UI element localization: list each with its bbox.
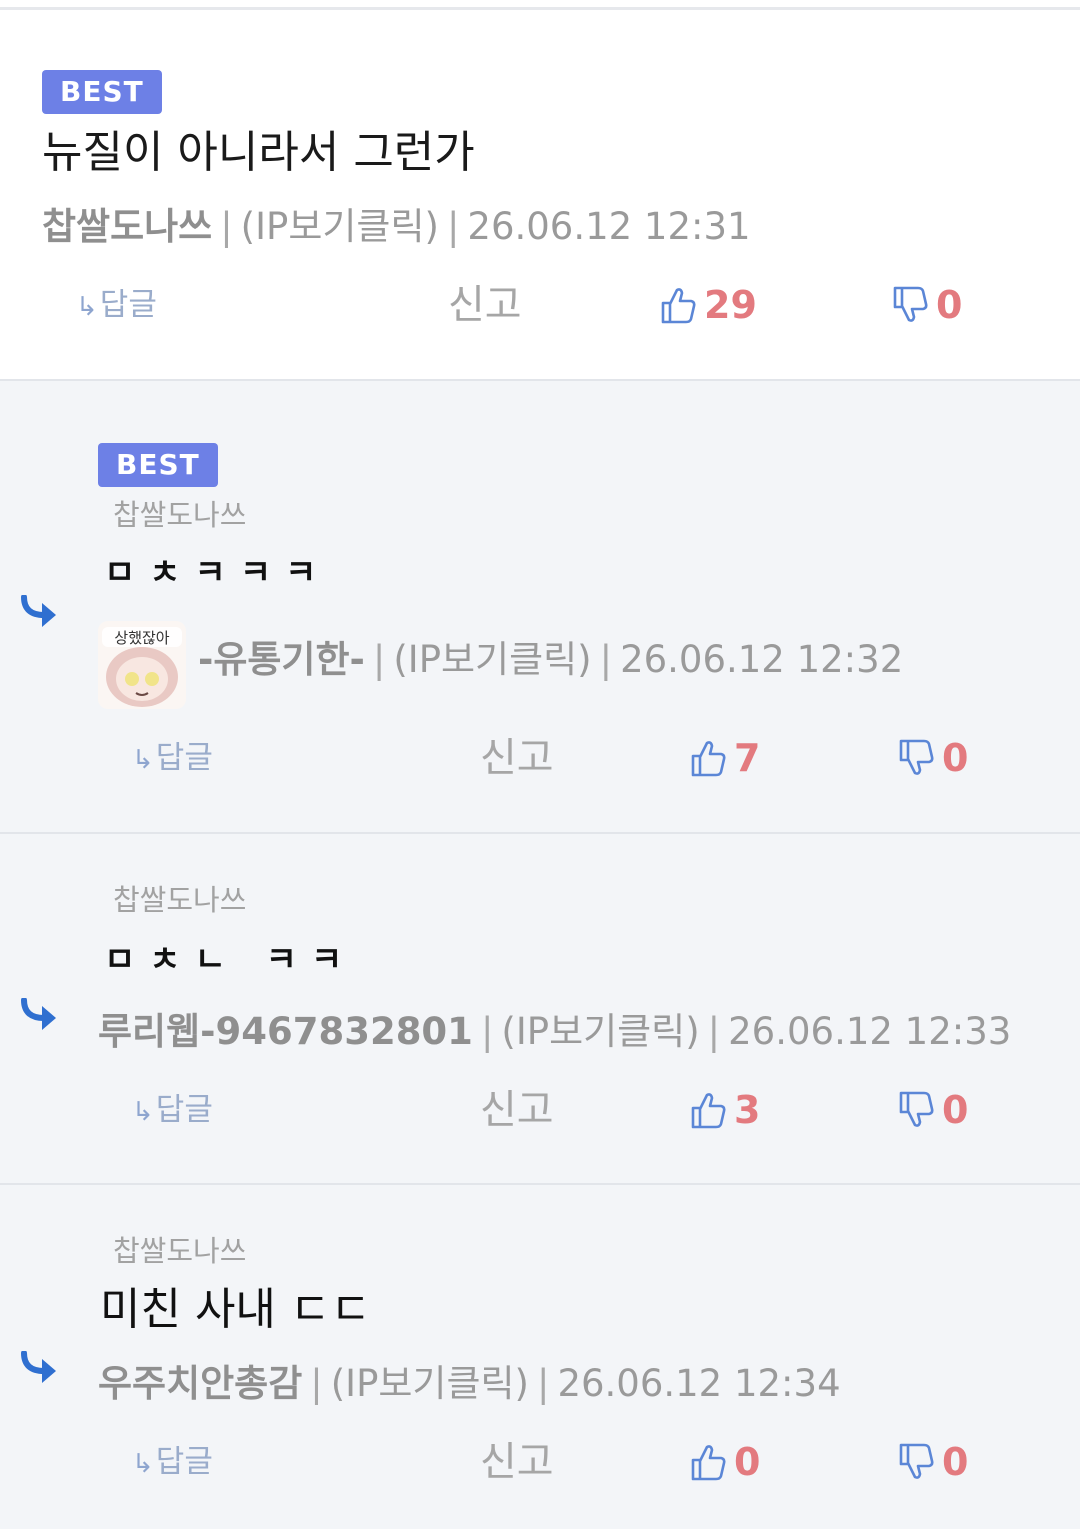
upvote-count: 3: [734, 1088, 761, 1132]
comment-time: 26.06.12 12:34: [557, 1362, 841, 1405]
reply-indicator-icon: [21, 998, 56, 1030]
comment-text: ㅁㅊㄴ ㅋㅋ: [104, 940, 357, 980]
reply-label: 답글: [155, 1092, 213, 1128]
best-badge: BEST: [42, 70, 162, 114]
comment-actions: ↳답글 신고 7 0: [0, 733, 1080, 783]
comment-time: 26.06.12 12:32: [620, 638, 904, 681]
comment-actions: ↳답글 신고 29 0: [0, 280, 1080, 330]
downvote-count: 0: [942, 1440, 969, 1484]
upvote-count: 7: [734, 736, 761, 780]
upvote-button[interactable]: 29: [660, 280, 757, 330]
comment-text: 뉴질이 아니라서 그런가: [42, 127, 475, 178]
reply-target: 찹쌀도나쓰: [113, 883, 247, 917]
thumbs-down-icon: [899, 1443, 934, 1479]
reply-arrow-icon: ↳: [132, 1449, 154, 1479]
reply-target: 찹쌀도나쓰: [113, 1234, 247, 1268]
reply-label: 답글: [155, 1444, 213, 1480]
thumbs-down-icon: [899, 1091, 934, 1127]
reply-label: 답글: [155, 740, 213, 776]
thumbs-up-icon: [691, 1445, 726, 1481]
thumbs-up-icon: [661, 288, 696, 324]
reply-arrow-icon: ↳: [76, 292, 98, 322]
author-name[interactable]: 루리웹-9467832801: [98, 1010, 473, 1053]
report-button[interactable]: 신고: [480, 733, 554, 783]
comment-text: ㅁㅊㅋㅋㅋ: [104, 553, 331, 593]
comment-meta: 찹쌀도나쓰 | (IP보기클릭) | 26.06.12 12:31: [42, 205, 751, 248]
anime-girl-avatar-icon[interactable]: 상했잖아: [98, 621, 186, 709]
comment-actions: ↳답글 신고 0 0: [0, 1437, 1080, 1487]
reply-comment-item: BEST 찹쌀도나쓰 ㅁㅊㅋㅋㅋ 상했잖아 -유통기한- | (IP보기클릭) | 26…: [0, 381, 1080, 834]
report-button[interactable]: 신고: [480, 1085, 554, 1135]
ip-link[interactable]: (IP보기클릭): [331, 1362, 529, 1405]
svg-text:상했잖아: 상했잖아: [114, 629, 169, 647]
thumbs-down-icon: [893, 286, 928, 322]
reply-arrow-icon: ↳: [132, 745, 154, 775]
comment-time: 26.06.12 12:31: [467, 205, 751, 248]
comment-item: BEST 뉴질이 아니라서 그런가 찹쌀도나쓰 | (IP보기클릭) | 26.06.1…: [0, 10, 1080, 381]
reply-indicator-icon: [21, 595, 56, 627]
upvote-button[interactable]: 3: [690, 1085, 760, 1135]
reply-button[interactable]: ↳답글: [132, 1085, 213, 1137]
reply-button[interactable]: ↳답글: [132, 733, 213, 785]
reply-comment-item: 찹쌀도나쓰 ㅁㅊㄴ ㅋㅋ 루리웹-9467832801 | (IP보기클릭) | 26.…: [0, 834, 1080, 1185]
ip-link[interactable]: (IP보기클릭): [501, 1010, 699, 1053]
reply-comment-item: 찹쌀도나쓰 미친 사내 ㄷㄷ 우주치안총감 | (IP보기클릭) | 26.06.12 …: [0, 1185, 1080, 1529]
downvote-count: 0: [942, 1088, 969, 1132]
comment-text: 미친 사내 ㄷㄷ: [100, 1284, 371, 1335]
upvote-button[interactable]: 7: [690, 733, 760, 783]
upvote-count: 29: [704, 283, 757, 327]
comment-meta: -유통기한- | (IP보기클릭) | 26.06.12 12:32: [198, 638, 904, 681]
comment-actions: ↳답글 신고 3 0: [0, 1085, 1080, 1135]
author-name[interactable]: -유통기한-: [198, 638, 365, 681]
reply-button[interactable]: ↳답글: [76, 280, 157, 332]
thumbs-up-icon: [691, 741, 726, 777]
reply-target: 찹쌀도나쓰: [113, 498, 247, 532]
thumbs-down-icon: [899, 739, 934, 775]
downvote-button[interactable]: 0: [898, 1437, 968, 1487]
thumbs-up-icon: [691, 1093, 726, 1129]
downvote-button[interactable]: 0: [898, 733, 968, 783]
downvote-count: 0: [936, 283, 963, 327]
author-name[interactable]: 우주치안총감: [98, 1362, 302, 1405]
best-badge: BEST: [98, 443, 218, 487]
downvote-button[interactable]: 0: [898, 1085, 968, 1135]
reply-indicator-icon: [21, 1351, 56, 1383]
upvote-count: 0: [734, 1440, 761, 1484]
comment-meta: 우주치안총감 | (IP보기클릭) | 26.06.12 12:34: [98, 1362, 841, 1405]
reply-button[interactable]: ↳답글: [132, 1437, 213, 1489]
upvote-button[interactable]: 0: [690, 1437, 760, 1487]
comment-meta: 루리웹-9467832801 | (IP보기클릭) | 26.06.12 12:33: [98, 1010, 1012, 1053]
top-divider: [0, 0, 1080, 10]
downvote-count: 0: [942, 736, 969, 780]
report-button[interactable]: 신고: [480, 1437, 554, 1487]
comment-time: 26.06.12 12:33: [728, 1010, 1012, 1053]
author-name[interactable]: 찹쌀도나쓰: [42, 205, 212, 248]
ip-link[interactable]: (IP보기클릭): [393, 638, 591, 681]
downvote-button[interactable]: 0: [892, 280, 962, 330]
reply-arrow-icon: ↳: [132, 1097, 154, 1127]
reply-label: 답글: [99, 287, 157, 323]
ip-link[interactable]: (IP보기클릭): [241, 205, 439, 248]
report-button[interactable]: 신고: [448, 280, 522, 330]
